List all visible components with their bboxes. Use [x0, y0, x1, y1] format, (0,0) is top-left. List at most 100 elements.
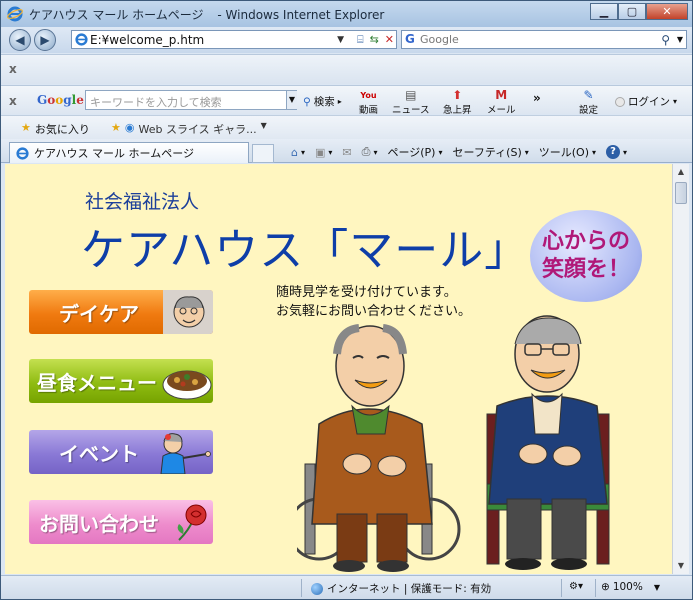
mail-label: メール — [487, 105, 516, 116]
news-button[interactable]: ▤ ニュース — [392, 88, 430, 117]
window-title-app: - Windows Internet Explorer — [217, 7, 385, 22]
page-menu-label: ページ(P) — [387, 146, 436, 159]
login-button[interactable]: ログイン ▾ — [615, 94, 677, 109]
rss-icon: ▣ — [315, 145, 326, 159]
zoom-control[interactable]: ⊕ 100% ▼ — [601, 581, 660, 593]
security-zone-label: インターネット | 保護モード: 有効 — [327, 583, 492, 595]
compatibility-icon[interactable]: ⌸ — [357, 33, 364, 47]
web-slice-gallery-link[interactable]: ★ ◉ Web スライス ギャラ... ▼ — [111, 121, 267, 137]
tab-bar: ケアハウス マール ホームページ ⌂ ▾ ▣ ▾ ✉ ⎙ ▾ ページ(P) ▾ セーフテ… — [1, 139, 692, 163]
feeds-button[interactable]: ▣ ▾ — [315, 146, 332, 159]
login-label: ログイン — [628, 96, 670, 108]
read-mail-button[interactable]: ✉ — [342, 146, 351, 159]
forward-button[interactable]: ▶ — [34, 29, 56, 51]
video-button[interactable]: You 動画 — [359, 89, 378, 116]
tools-menu[interactable]: ツール(O) ▾ — [539, 144, 596, 160]
security-zone[interactable]: インターネット | 保護モード: 有効 — [311, 581, 491, 596]
google-search-input[interactable]: キーワードを入力して検索 — [85, 90, 297, 110]
forward-arrow-icon: ▶ — [40, 33, 50, 47]
tab-label: ケアハウス マール ホームページ — [34, 147, 195, 160]
web-slice-icon: ◉ — [124, 121, 135, 134]
stop-icon[interactable]: ✕ — [385, 33, 394, 47]
close-window-button[interactable]: ✕ — [646, 3, 688, 20]
protected-mode-icon[interactable]: ⚙▾ — [569, 581, 583, 592]
favorites-star-icon: ★ — [21, 121, 31, 134]
close-toolbar-icon[interactable]: x — [9, 62, 17, 76]
google-search-button[interactable]: ⚲ 検索 ▸ — [303, 94, 342, 109]
brand-title: ケアハウス「マール」 — [81, 225, 530, 276]
print-button[interactable]: ⎙ ▾ — [362, 145, 378, 159]
maximize-button[interactable]: ▢ — [618, 3, 646, 20]
ie-logo-icon — [7, 6, 23, 22]
back-button[interactable]: ◀ — [9, 29, 31, 51]
help-menu[interactable]: ? ▾ — [606, 145, 627, 159]
login-dropdown-icon: ▾ — [673, 97, 678, 106]
home-button[interactable]: ⌂ ▾ — [291, 146, 305, 159]
more-label: » — [533, 91, 541, 105]
vertical-scrollbar[interactable]: ▲ ▼ — [672, 164, 689, 574]
address-bar[interactable]: E:¥welcome_p.htm ▼ ⌸ ⇆ ✕ — [71, 30, 397, 49]
favorites-button[interactable]: ★ お気に入り — [21, 121, 90, 137]
daycare-button[interactable]: デイケア — [29, 290, 213, 334]
browser-window: ケアハウス マール ホームページ - Windows Internet Expl… — [0, 0, 693, 600]
rising-button[interactable]: ⬆ 急上昇 — [443, 88, 472, 117]
mail-button[interactable]: M メール — [487, 89, 516, 117]
safety-menu[interactable]: セーフティ(S) ▾ — [452, 144, 528, 160]
settings-button[interactable]: ✎ 設定 — [579, 88, 598, 117]
address-dropdown-icon[interactable]: ▼ — [337, 35, 344, 45]
event-label: イベント — [59, 441, 139, 466]
rising-label: 急上昇 — [443, 105, 472, 116]
google-search-dropdown[interactable]: ▼ — [286, 91, 297, 109]
navigation-bar: ◀ ▶ E:¥welcome_p.htm ▼ ⌸ ⇆ ✕ G Google ⚲ … — [1, 27, 692, 53]
address-url[interactable]: E:¥welcome_p.htm — [90, 33, 204, 47]
google-toolbar: x Google キーワードを入力して検索 ▼ ⚲ 検索 ▸ You 動画 ▤ … — [1, 85, 692, 117]
wrench-icon: ✎ — [583, 88, 594, 102]
contact-button[interactable]: お問い合わせ — [29, 500, 213, 544]
login-icon — [615, 96, 625, 107]
status-bar: インターネット | 保護モード: 有効 ⚙▾ ⊕ 100% ▼ — [1, 575, 692, 599]
web-slice-dropdown-icon: ▼ — [260, 121, 267, 130]
more-button[interactable]: » — [533, 91, 541, 105]
slogan-line-1: 心からの — [541, 229, 630, 254]
google-g-icon: G — [405, 32, 415, 46]
search-glyph-icon: ⚲ — [303, 95, 311, 108]
lunch-menu-label: 昼食メニュー — [37, 370, 157, 395]
page-menu[interactable]: ページ(P) ▾ — [387, 144, 442, 160]
google-search-label: 検索 — [313, 96, 335, 108]
contact-label: お問い合わせ — [39, 511, 159, 536]
close-google-toolbar-icon[interactable]: x — [9, 94, 17, 108]
scroll-down-icon[interactable]: ▼ — [674, 559, 688, 573]
refresh-icon[interactable]: ⇆ — [370, 33, 379, 47]
back-arrow-icon: ◀ — [15, 33, 25, 47]
web-slice-label: Web スライス ギャラ... — [138, 123, 257, 136]
page-icon — [75, 33, 88, 46]
event-button[interactable]: イベント — [29, 430, 213, 474]
tab-ie-icon — [16, 146, 29, 160]
search-dropdown-icon[interactable]: ▼ — [677, 35, 683, 44]
envelope-icon: ✉ — [342, 145, 352, 159]
slogan-line-2: 笑顔を！ — [541, 257, 630, 282]
tab-current-page[interactable]: ケアハウス マール ホームページ — [9, 142, 249, 163]
new-tab-button[interactable] — [252, 144, 274, 163]
lunch-menu-button[interactable]: 昼食メニュー — [29, 359, 213, 403]
elderly-men-illustration — [297, 315, 610, 572]
rising-arrow-icon: ⬆ — [452, 88, 463, 102]
search-input[interactable]: G Google ⚲ ▼ — [401, 30, 687, 49]
daycare-label: デイケア — [59, 301, 139, 326]
news-icon: ▤ — [405, 88, 417, 102]
add-favorite-icon: ★ — [111, 121, 121, 134]
scroll-thumb[interactable] — [675, 182, 687, 204]
scroll-up-icon[interactable]: ▲ — [674, 165, 688, 179]
zoom-icon: ⊕ — [601, 581, 610, 593]
tools-menu-label: ツール(O) — [538, 146, 589, 159]
minimize-button[interactable]: ▁ — [590, 3, 618, 20]
google-logo: Google — [37, 93, 84, 107]
home-icon: ⌂ — [291, 145, 298, 159]
video-label: 動画 — [359, 105, 379, 116]
safety-menu-label: セーフティ(S) — [452, 146, 522, 159]
blank-toolbar: x — [1, 54, 692, 84]
search-icon[interactable]: ⚲ — [661, 33, 670, 47]
organization-type: 社会福祉法人 — [85, 191, 200, 213]
title-bar: ケアハウス マール ホームページ - Windows Internet Expl… — [1, 1, 692, 27]
page-content: 社会福祉法人 ケアハウス「マール」 心からの 笑顔を！ 随時見学を受け付けていま… — [5, 164, 672, 574]
